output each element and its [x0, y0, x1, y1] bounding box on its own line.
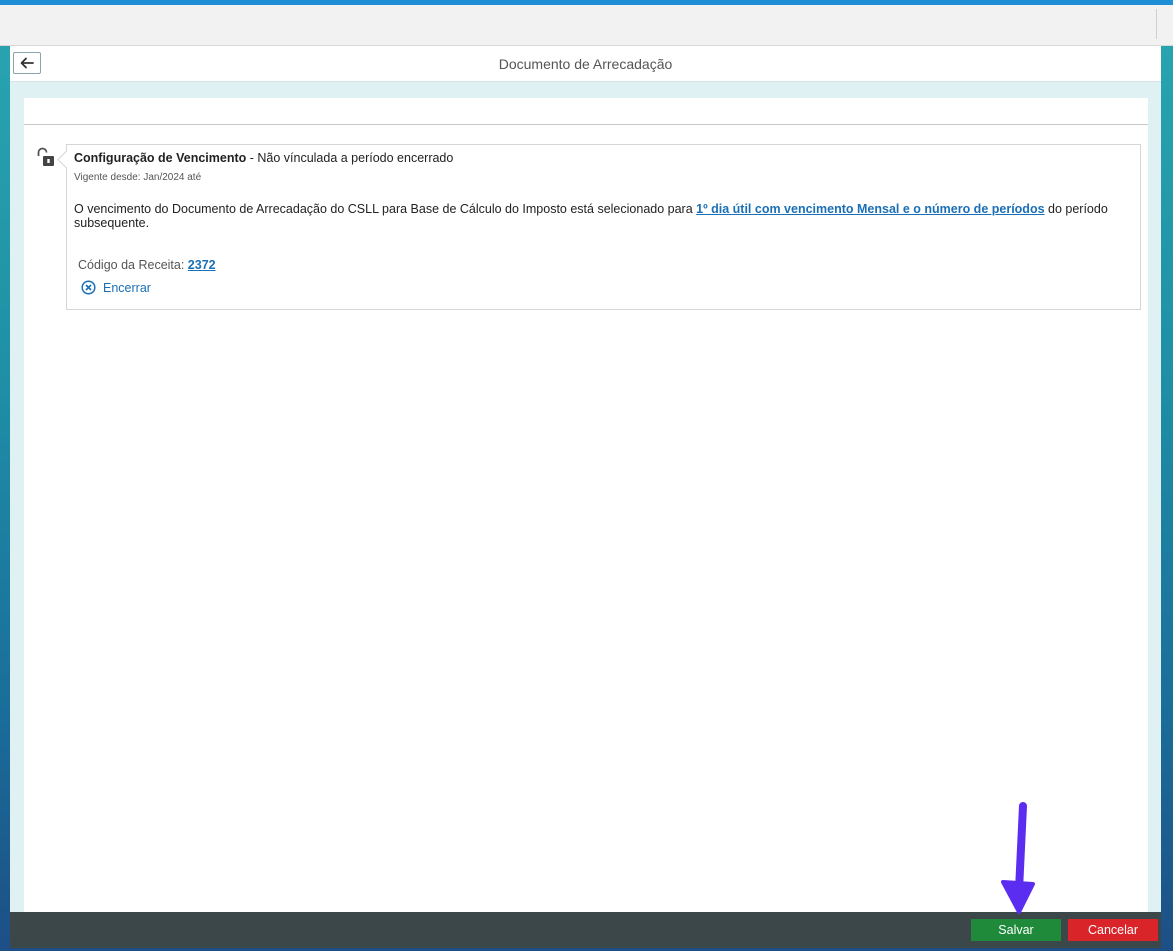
- encerrar-label: Encerrar: [103, 280, 151, 295]
- card-subtitle: Vigente desde: Jan/2024 até: [74, 172, 202, 183]
- tab-strip-separator: [1156, 9, 1157, 39]
- card-title-status: - Não vínculada a período encerrado: [246, 151, 454, 165]
- save-button[interactable]: Salvar: [971, 919, 1061, 941]
- cancel-button[interactable]: Cancelar: [1068, 919, 1158, 941]
- back-button[interactable]: [13, 52, 41, 74]
- lock-open-icon: [37, 147, 54, 166]
- codigo-label: Código da Receita:: [78, 258, 188, 272]
- vencimento-link[interactable]: 1º dia útil com vencimento Mensal e o nú…: [696, 202, 1044, 216]
- page-title: Documento de Arrecadação: [498, 56, 673, 72]
- footer-bar: Salvar Cancelar: [10, 912, 1161, 948]
- codigo-receita: Código da Receita: 2372: [78, 258, 216, 272]
- close-circle-icon: [81, 280, 96, 295]
- annotation-arrow-icon: [1001, 802, 1035, 914]
- desc-prefix: O vencimento do Documento de Arrecadação…: [74, 202, 697, 216]
- card-title: Configuração de Vencimento - Não víncula…: [74, 151, 453, 165]
- card-title-bold: Configuração de Vencimento: [74, 151, 247, 165]
- vencimento-card: Configuração de Vencimento - Não víncula…: [66, 144, 1141, 310]
- encerrar-button[interactable]: Encerrar: [81, 280, 151, 295]
- arrow-left-icon: [20, 57, 34, 69]
- main-panel: Configuração de Vencimento - Não víncula…: [24, 98, 1148, 912]
- card-description: O vencimento do Documento de Arrecadação…: [74, 202, 1129, 230]
- panel-divider: [24, 124, 1148, 125]
- codigo-receita-link[interactable]: 2372: [188, 258, 216, 272]
- dialog-window: Documento de Arrecadação Configuração de…: [10, 46, 1161, 912]
- title-bar: Documento de Arrecadação: [10, 46, 1161, 82]
- tab-strip: [0, 5, 1173, 46]
